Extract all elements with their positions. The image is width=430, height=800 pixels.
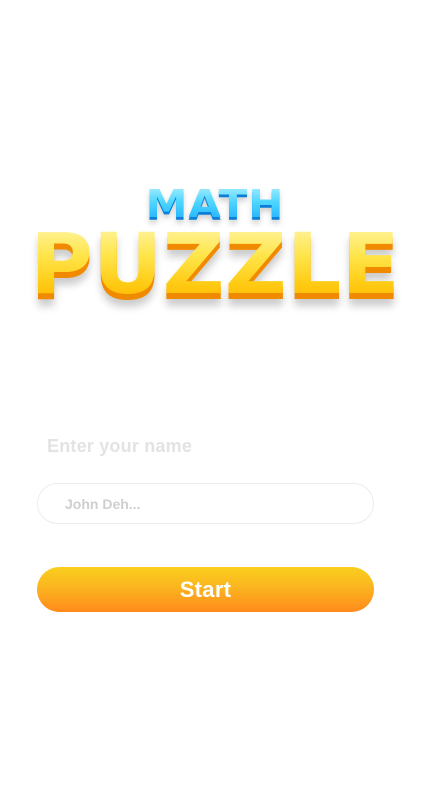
game-logo: MATH PUZZLE xyxy=(0,180,430,310)
name-input[interactable] xyxy=(37,483,374,524)
name-label: Enter your name xyxy=(47,436,193,456)
logo-puzzle-text: PUZZLE xyxy=(0,222,430,306)
start-button[interactable]: Start xyxy=(37,567,374,612)
